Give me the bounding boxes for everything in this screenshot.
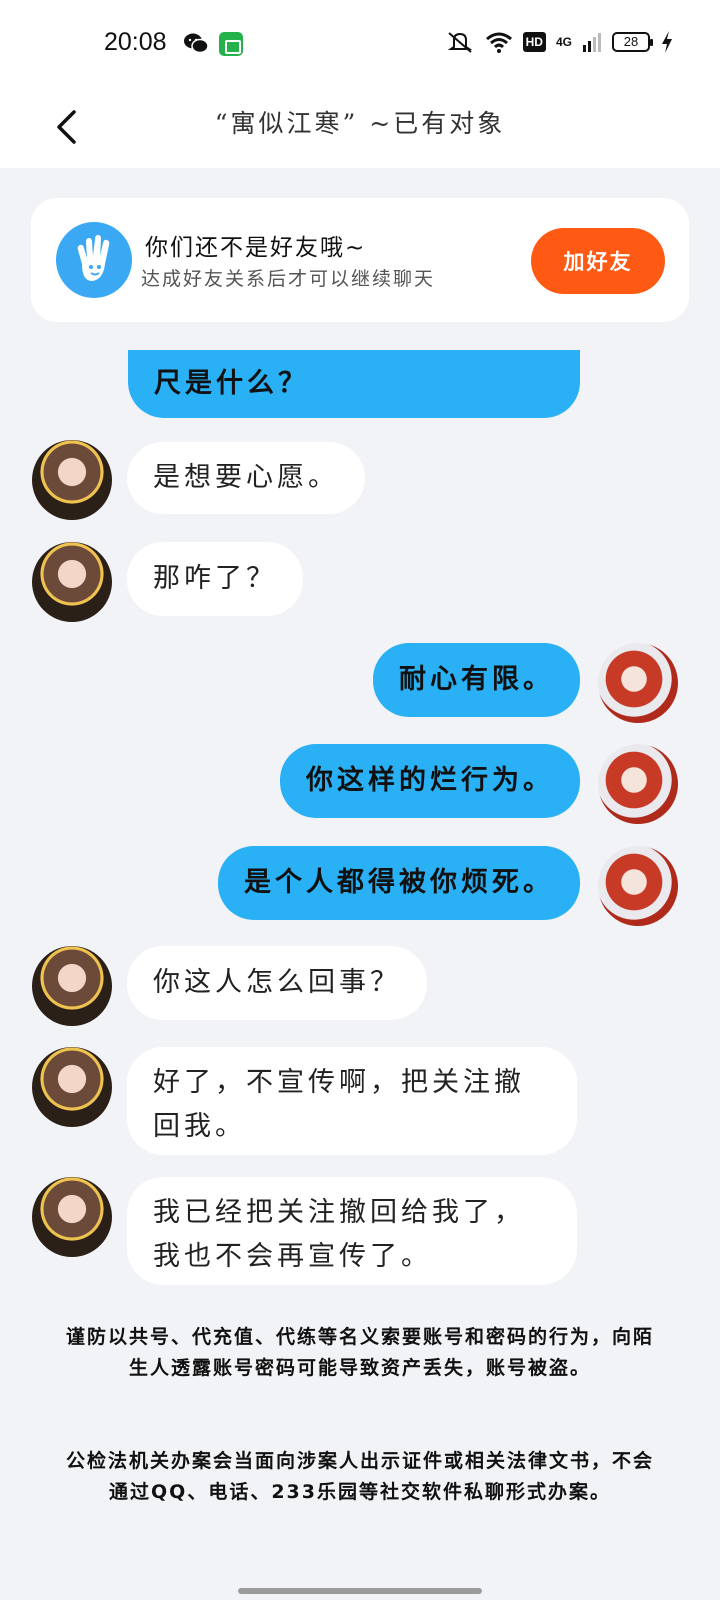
mute-icon — [447, 32, 472, 53]
status-indicators: HD 4G 28 — [445, 30, 674, 54]
message-bubble-outgoing[interactable]: 是个人都得被你烦死。 — [218, 846, 580, 920]
user-avatar[interactable] — [598, 744, 678, 824]
hand-wave-icon — [56, 222, 132, 298]
contact-avatar[interactable] — [32, 542, 112, 622]
message-bubble-outgoing[interactable]: 你这样的烂行为。 — [280, 744, 580, 818]
app-notification-icon — [219, 32, 243, 56]
message-bubble-outgoing[interactable]: 尺是什么？ — [128, 350, 580, 418]
status-bar: 20:08 HD 4G 28 — [0, 0, 720, 86]
user-avatar[interactable] — [598, 846, 678, 926]
contact-avatar[interactable] — [32, 946, 112, 1026]
message-bubble-incoming[interactable]: 是想要心愿。 — [127, 442, 365, 514]
banner-title: 你们还不是好友哦~ — [145, 235, 367, 261]
user-avatar[interactable] — [598, 643, 678, 723]
signal-icon — [583, 33, 601, 52]
contact-avatar[interactable] — [32, 1177, 112, 1257]
contact-avatar[interactable] — [32, 440, 112, 520]
banner-subtitle: 达成好友关系后才可以继续聊天 — [141, 268, 436, 290]
add-friend-button[interactable]: 加好友 — [531, 228, 665, 294]
message-bubble-outgoing[interactable]: 耐心有限。 — [373, 643, 580, 717]
message-bubble-incoming[interactable]: 我已经把关注撤回给我了，我也不会再宣传了。 — [127, 1177, 577, 1285]
status-time: 20:08 — [104, 28, 167, 56]
message-bubble-incoming[interactable]: 好了，不宣传啊，把关注撤回我。 — [127, 1047, 577, 1155]
hd-badge: HD — [522, 32, 546, 52]
message-bubble-incoming[interactable]: 你这人怎么回事？ — [127, 946, 427, 1020]
network-label: 4G — [555, 35, 572, 49]
security-notice: 谨防以共号、代充值、代练等名义索要账号和密码的行为，向陌生人透露账号密码可能导致… — [65, 1326, 654, 1379]
message-bubble-incoming[interactable]: 那咋了？ — [127, 542, 303, 616]
legal-notice: 公检法机关办案会当面向涉案人出示证件或相关法律文书，不会通过QQ、电话、233乐… — [65, 1450, 654, 1503]
chat-title: “寓似江寒” ~已有对象 — [214, 109, 506, 138]
charging-icon — [662, 31, 672, 53]
wifi-icon — [485, 32, 512, 53]
contact-avatar[interactable] — [32, 1047, 112, 1127]
chat-header: “寓似江寒” ~已有对象 — [0, 86, 720, 168]
wechat-icon — [184, 33, 209, 54]
battery-indicator: 28 — [612, 32, 653, 52]
home-indicator[interactable] — [238, 1588, 482, 1594]
not-friends-banner: 你们还不是好友哦~ 达成好友关系后才可以继续聊天 加好友 — [31, 198, 689, 322]
